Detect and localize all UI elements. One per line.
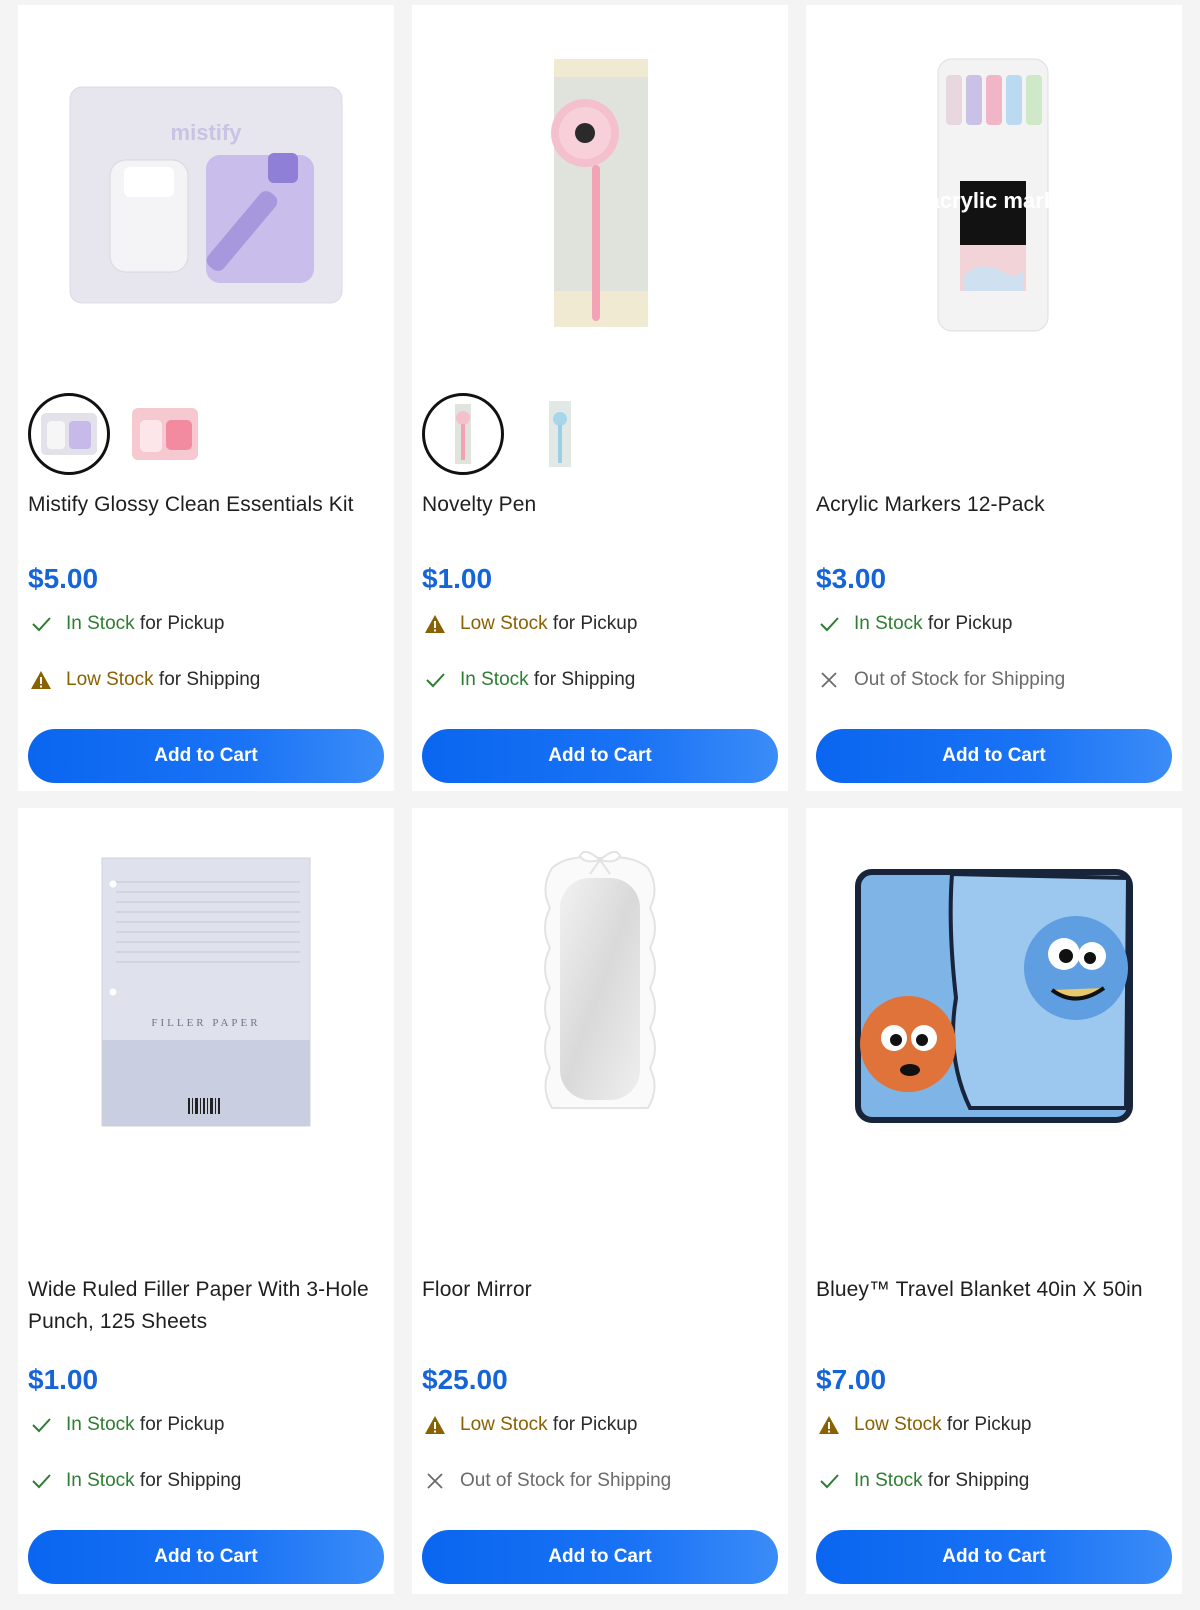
shipping-status: Low Stock for Shipping bbox=[30, 669, 260, 691]
pickup-status-rest: for Pickup bbox=[134, 1414, 225, 1435]
pickup-status-word: In Stock bbox=[854, 613, 923, 634]
pickup-status: Low Stock for Pickup bbox=[424, 613, 637, 635]
shipping-status-word: Low Stock bbox=[66, 669, 154, 690]
shipping-status: Out of Stock for Shipping bbox=[424, 1470, 671, 1492]
add-to-cart-button[interactable]: Add to Cart bbox=[422, 729, 778, 783]
pickup-status-word: Low Stock bbox=[460, 1414, 548, 1435]
add-to-cart-button[interactable]: Add to Cart bbox=[28, 1530, 384, 1584]
pickup-status: In Stock for Pickup bbox=[818, 613, 1012, 635]
product-price: $5.00 bbox=[28, 563, 99, 594]
add-to-cart-button[interactable]: Add to Cart bbox=[422, 1530, 778, 1584]
shipping-status-rest: for Shipping bbox=[564, 1470, 672, 1491]
product-title[interactable]: Bluey™ Travel Blanket 40in X 50in bbox=[816, 1274, 1168, 1306]
product-card[interactable]: FILLER PAPER Wide Ruled Filler Paper Wit… bbox=[18, 808, 394, 1594]
shipping-status-word: Out of Stock bbox=[854, 669, 959, 690]
pickup-status: Low Stock for Pickup bbox=[818, 1414, 1031, 1436]
swatch-pink[interactable] bbox=[422, 393, 504, 475]
warning-icon bbox=[30, 669, 52, 691]
product-title[interactable]: Acrylic Markers 12-Pack bbox=[816, 489, 1168, 521]
product-title[interactable]: Floor Mirror bbox=[422, 1274, 774, 1306]
add-to-cart-button[interactable]: Add to Cart bbox=[816, 1530, 1172, 1584]
product-card[interactable]: Bluey™ Travel Blanket 40in X 50in $7.00 … bbox=[806, 808, 1182, 1594]
product-price: $25.00 bbox=[422, 1364, 508, 1395]
x-icon bbox=[424, 1470, 446, 1492]
pickup-status-word: In Stock bbox=[66, 613, 135, 634]
add-to-cart-button[interactable]: Add to Cart bbox=[816, 729, 1172, 783]
shipping-status-rest: for Shipping bbox=[958, 669, 1066, 690]
product-image[interactable]: FILLER PAPER bbox=[18, 808, 394, 1178]
pickup-status: In Stock for Pickup bbox=[30, 613, 224, 635]
product-title[interactable]: Wide Ruled Filler Paper With 3-Hole Punc… bbox=[28, 1274, 380, 1338]
check-icon bbox=[30, 1470, 52, 1492]
check-icon bbox=[818, 1470, 840, 1492]
pickup-status: Low Stock for Pickup bbox=[424, 1414, 637, 1436]
pickup-status-rest: for Pickup bbox=[134, 613, 225, 634]
product-card[interactable]: Novelty Pen $1.00 Low Stock for Pickup I… bbox=[412, 5, 788, 791]
color-swatches bbox=[28, 393, 206, 475]
color-swatches bbox=[422, 393, 600, 475]
pickup-status-word: Low Stock bbox=[460, 613, 548, 634]
product-image[interactable]: mistify bbox=[18, 5, 394, 375]
swatch-pink[interactable] bbox=[124, 393, 206, 475]
shipping-status-word: In Stock bbox=[460, 669, 529, 690]
shipping-status-word: In Stock bbox=[66, 1470, 135, 1491]
check-icon bbox=[30, 1414, 52, 1436]
add-to-cart-button[interactable]: Add to Cart bbox=[28, 729, 384, 783]
product-price: $1.00 bbox=[422, 563, 493, 594]
pickup-status-rest: for Pickup bbox=[547, 1414, 638, 1435]
shipping-status-rest: for Shipping bbox=[528, 669, 636, 690]
shipping-status-rest: for Shipping bbox=[922, 1470, 1030, 1491]
pickup-status: In Stock for Pickup bbox=[30, 1414, 224, 1436]
warning-icon bbox=[424, 1414, 446, 1436]
product-title[interactable]: Mistify Glossy Clean Essentials Kit bbox=[28, 489, 380, 521]
shipping-status-word: Out of Stock bbox=[460, 1470, 565, 1491]
pickup-status-word: In Stock bbox=[66, 1414, 135, 1435]
pickup-status-rest: for Pickup bbox=[922, 613, 1013, 634]
pickup-status-rest: for Pickup bbox=[941, 1414, 1032, 1435]
product-card[interactable]: mistify Mistify Glossy Clean Essentials … bbox=[18, 5, 394, 791]
check-icon bbox=[818, 613, 840, 635]
product-image[interactable] bbox=[412, 808, 788, 1178]
swatch-blue[interactable] bbox=[518, 393, 600, 475]
x-icon bbox=[818, 669, 840, 691]
product-price: $3.00 bbox=[816, 563, 887, 594]
product-grid: mistify Mistify Glossy Clean Essentials … bbox=[0, 0, 1200, 1610]
product-image[interactable] bbox=[412, 5, 788, 375]
shipping-status: In Stock for Shipping bbox=[424, 669, 635, 691]
product-price: $1.00 bbox=[28, 1364, 99, 1395]
product-card[interactable]: 12 acrylic markers Acrylic Markers 12-Pa… bbox=[806, 5, 1182, 791]
swatch-lavender[interactable] bbox=[28, 393, 110, 475]
warning-icon bbox=[424, 613, 446, 635]
shipping-status-word: In Stock bbox=[854, 1470, 923, 1491]
package-label-text: 12 acrylic markers bbox=[897, 188, 1089, 213]
shipping-status: Out of Stock for Shipping bbox=[818, 669, 1065, 691]
warning-icon bbox=[818, 1414, 840, 1436]
shipping-status-rest: for Shipping bbox=[134, 1470, 242, 1491]
product-image[interactable] bbox=[806, 808, 1182, 1178]
check-icon bbox=[30, 613, 52, 635]
product-image[interactable]: 12 acrylic markers bbox=[806, 5, 1182, 375]
shipping-status: In Stock for Shipping bbox=[818, 1470, 1029, 1492]
shipping-status-rest: for Shipping bbox=[153, 669, 261, 690]
package-label-text: FILLER PAPER bbox=[151, 1017, 260, 1029]
shipping-status: In Stock for Shipping bbox=[30, 1470, 241, 1492]
product-title[interactable]: Novelty Pen bbox=[422, 489, 774, 521]
pickup-status-word: Low Stock bbox=[854, 1414, 942, 1435]
pickup-status-rest: for Pickup bbox=[547, 613, 638, 634]
brand-logo-text: mistify bbox=[171, 120, 243, 145]
product-card[interactable]: Floor Mirror $25.00 Low Stock for Pickup… bbox=[412, 808, 788, 1594]
check-icon bbox=[424, 669, 446, 691]
product-price: $7.00 bbox=[816, 1364, 887, 1395]
